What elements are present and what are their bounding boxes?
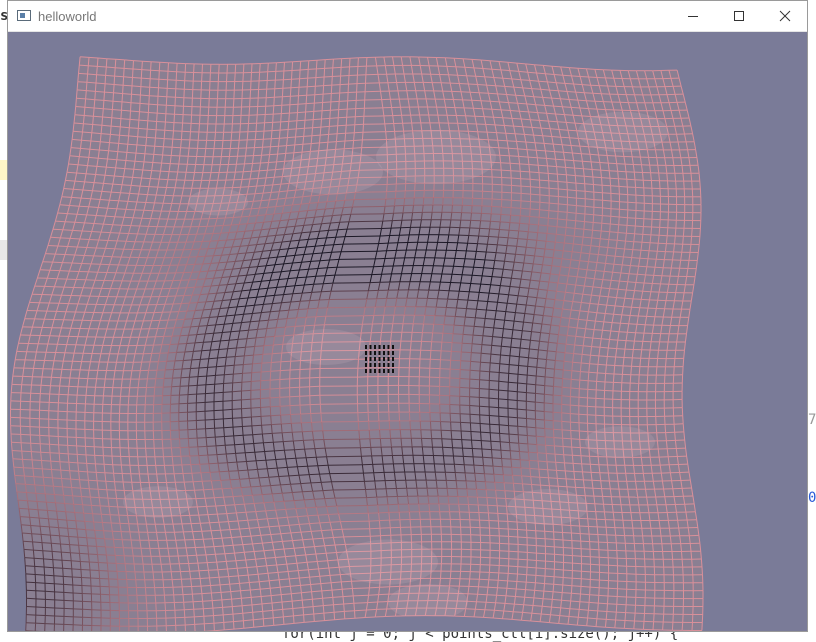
maximize-button[interactable]	[716, 1, 762, 31]
control-point-marker	[388, 363, 390, 367]
specular-highlight	[388, 584, 468, 620]
control-point-marker	[365, 363, 367, 367]
control-point-marker	[388, 357, 390, 361]
specular-highlight	[283, 150, 383, 195]
editor-text-fragment: 7	[808, 412, 816, 428]
control-point-marker	[388, 345, 390, 349]
control-point-marker	[370, 357, 372, 361]
control-point-marker	[392, 369, 394, 373]
specular-highlight	[123, 486, 193, 518]
control-point-marker	[383, 351, 385, 355]
specular-highlight	[338, 540, 438, 585]
control-point-marker	[365, 357, 367, 361]
control-point-marker	[365, 345, 367, 349]
editor-text-fragment: 0	[808, 490, 816, 506]
control-point-marker	[379, 351, 381, 355]
control-point-marker	[370, 369, 372, 373]
control-point-marker	[388, 351, 390, 355]
minimize-button[interactable]	[670, 1, 716, 31]
render-viewport[interactable]	[8, 32, 807, 631]
control-point-marker	[392, 363, 394, 367]
control-point-marker	[374, 345, 376, 349]
control-point-marker	[370, 363, 372, 367]
control-point-marker	[392, 357, 394, 361]
control-point-marker	[365, 369, 367, 373]
app-icon	[17, 10, 31, 21]
specular-highlight	[578, 112, 668, 153]
specular-highlight	[286, 329, 366, 365]
control-point-marker	[374, 369, 376, 373]
specular-highlight	[508, 489, 588, 525]
control-point-marker	[388, 369, 390, 373]
close-icon	[779, 10, 791, 22]
control-point-marker	[374, 351, 376, 355]
specular-highlight	[376, 130, 496, 184]
control-point-marker	[374, 357, 376, 361]
maximize-icon	[733, 10, 745, 22]
control-point-marker	[383, 345, 385, 349]
specular-highlight	[188, 189, 248, 216]
control-point-marker	[370, 351, 372, 355]
minimize-icon	[687, 10, 699, 22]
control-point-marker	[379, 357, 381, 361]
control-point-marker	[383, 357, 385, 361]
app-window: helloworld	[7, 0, 808, 632]
control-point-marker	[374, 363, 376, 367]
specular-highlight	[585, 426, 655, 458]
title-bar[interactable]: helloworld	[8, 1, 807, 32]
control-point-marker	[365, 351, 367, 355]
control-point-marker	[379, 363, 381, 367]
control-point-marker	[379, 369, 381, 373]
close-button[interactable]	[762, 1, 808, 31]
control-point-marker	[383, 363, 385, 367]
control-point-marker	[370, 345, 372, 349]
control-point-marker	[392, 345, 394, 349]
control-point-marker	[383, 369, 385, 373]
control-point-marker	[392, 351, 394, 355]
deformed-grid-surface[interactable]	[8, 32, 807, 631]
window-title: helloworld	[38, 9, 97, 24]
control-point-marker	[379, 345, 381, 349]
